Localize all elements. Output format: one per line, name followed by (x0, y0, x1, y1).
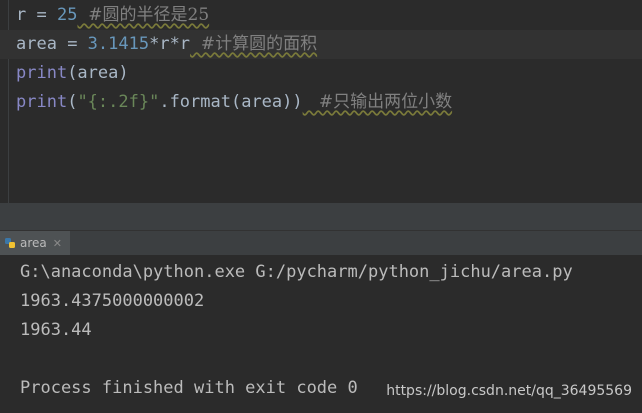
code-line-3[interactable]: print(area) (16, 59, 129, 88)
code-token: *r*r (149, 34, 191, 54)
run-tab-area[interactable]: area ✕ (0, 231, 70, 255)
panel-divider (0, 203, 642, 230)
console-line-exit: Process finished with exit code 0 (20, 378, 358, 398)
code-comment: #只输出两位小数 (302, 92, 453, 112)
code-token: = (26, 5, 57, 25)
code-token: .format(area)) (159, 92, 303, 112)
code-line-2[interactable]: area = 3.1415*r*r #计算圆的面积 (0, 30, 642, 59)
code-token: 25 (56, 5, 78, 25)
code-token: (area) (67, 63, 129, 83)
code-string: "{:.2f}" (77, 92, 160, 112)
code-comment: #计算圆的面积 (190, 34, 318, 54)
code-token: print (16, 92, 68, 112)
console-line-output: 1963.4375000000002 (20, 291, 205, 311)
console-line-command: G:\anaconda\python.exe G:/pycharm/python… (20, 262, 573, 282)
code-token: area (16, 34, 57, 54)
python-icon (5, 238, 15, 248)
run-tab-label: area (20, 236, 47, 250)
code-line-1[interactable]: r = 25 #圆的半径是25 (16, 1, 209, 30)
watermark-url: https://blog.csdn.net/qq_36495569 (386, 383, 632, 399)
code-token: = (56, 34, 88, 54)
code-token: 3.1415 (87, 34, 150, 54)
code-editor[interactable]: r = 25 #圆的半径是25 area = 3.1415*r*r #计算圆的面… (0, 0, 642, 203)
code-comment: #圆的半径是25 (77, 5, 210, 25)
run-tab-bar: area ✕ (0, 230, 642, 256)
close-icon[interactable]: ✕ (53, 237, 62, 250)
console-line-output: 1963.44 (20, 320, 92, 340)
code-token: print (16, 63, 68, 83)
code-line-4[interactable]: print("{:.2f}".format(area)) #只输出两位小数 (16, 88, 452, 117)
code-token: ( (67, 92, 78, 112)
code-token: r (16, 5, 27, 25)
